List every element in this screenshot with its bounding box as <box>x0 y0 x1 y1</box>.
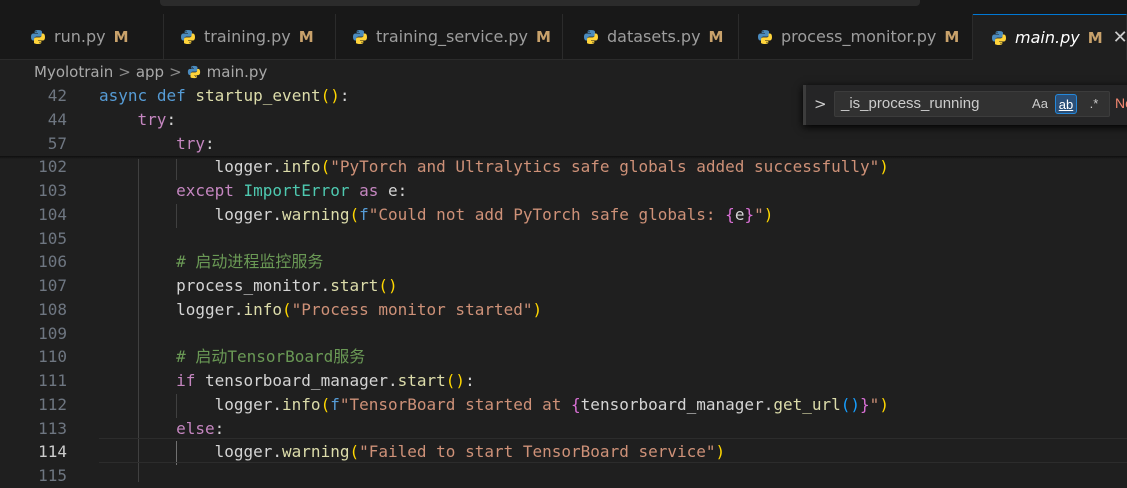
editor-tab-bar: run.py M training.py M training_service.… <box>0 14 1127 60</box>
line-number: 42 <box>47 86 67 105</box>
tab-main-py[interactable]: main.py M ✕ <box>973 14 1127 60</box>
modified-badge: M <box>1087 28 1103 47</box>
python-file-icon <box>31 29 45 44</box>
line-text: logger.warning(f"Could not add PyTorch s… <box>214 205 774 224</box>
code-line: 102 logger.info("PyTorch and Ultralytics… <box>0 155 1127 179</box>
code-line: 113 else: <box>0 417 1127 441</box>
breadcrumb-root[interactable]: Myolotrain <box>34 63 113 81</box>
line-text: process_monitor.start() <box>176 276 398 295</box>
line-text: async def startup_event(): <box>99 86 350 105</box>
line-number: 110 <box>38 347 67 366</box>
modified-badge: M <box>944 27 960 46</box>
find-input[interactable]: _is_process_running Aa ab .* <box>834 91 1110 117</box>
code-line-current: 114 logger.warning("Failed to start Tens… <box>0 440 1127 464</box>
code-editor[interactable]: 42 async def startup_event(): 44 try: 57 … <box>0 84 1127 485</box>
modified-badge: M <box>536 27 551 46</box>
match-case-toggle[interactable]: Aa <box>1029 94 1051 114</box>
tab-datasets-py[interactable]: datasets.py M <box>563 14 739 59</box>
find-result-count: No <box>1115 95 1127 111</box>
python-file-icon <box>353 29 367 44</box>
tab-training-service-py[interactable]: training_service.py M <box>336 14 563 59</box>
title-strip <box>0 0 1127 14</box>
line-text: except ImportError as e: <box>176 181 408 200</box>
code-line: 115 <box>0 464 1127 488</box>
line-number: 104 <box>38 205 67 224</box>
line-number: 106 <box>38 252 67 271</box>
python-file-icon <box>758 29 772 44</box>
tab-label: training_service.py <box>376 27 529 46</box>
close-tab-icon[interactable]: ✕ <box>1113 27 1127 48</box>
code-line: 111 if tensorboard_manager.start(): <box>0 369 1127 393</box>
tab-label: run.py <box>54 27 106 46</box>
modified-badge: M <box>708 27 724 46</box>
modified-badge: M <box>298 27 314 46</box>
python-file-icon <box>584 29 598 44</box>
python-file-icon <box>187 65 200 79</box>
tab-label: training.py <box>204 27 291 46</box>
line-number: 112 <box>38 395 67 414</box>
line-text: if tensorboard_manager.start(): <box>176 371 475 390</box>
line-number: 111 <box>38 371 67 390</box>
modified-badge: M <box>113 27 129 46</box>
line-text: # 启动TensorBoard服务 <box>99 347 366 366</box>
python-file-icon <box>992 30 1006 45</box>
tab-run-py[interactable]: run.py M <box>14 14 164 59</box>
line-number: 108 <box>38 300 67 319</box>
breadcrumb-folder[interactable]: app <box>136 63 164 81</box>
find-widget: > _is_process_running Aa ab .* No <box>803 85 1127 125</box>
command-center[interactable] <box>160 0 920 6</box>
line-text: logger.warning("Failed to start TensorBo… <box>214 442 726 461</box>
breadcrumb: Myolotrain > app > main.py <box>0 60 1127 84</box>
regex-toggle[interactable]: .* <box>1083 94 1105 114</box>
line-text: # 启动进程监控服务 <box>99 252 324 271</box>
code-line: 57 try: <box>0 132 1127 156</box>
tab-label: process_monitor.py <box>781 27 937 46</box>
line-number: 109 <box>38 324 67 343</box>
line-text: logger.info("Process monitor started") <box>176 300 543 319</box>
line-number: 114 <box>38 442 67 461</box>
code-line: 107 process_monitor.start() <box>0 274 1127 298</box>
code-line: 109 <box>0 322 1127 346</box>
whole-word-toggle[interactable]: ab <box>1055 94 1077 114</box>
code-line: 110 # 启动TensorBoard服务 <box>0 345 1127 369</box>
line-number: 103 <box>38 181 67 200</box>
tab-process-monitor-py[interactable]: process_monitor.py M <box>739 14 973 59</box>
breadcrumb-file[interactable]: main.py <box>207 63 268 81</box>
line-number: 102 <box>38 157 67 176</box>
python-file-icon <box>181 29 195 44</box>
line-text: else: <box>176 419 225 438</box>
tab-label: datasets.py <box>607 27 701 46</box>
code-line: 108 logger.info("Process monitor started… <box>0 298 1127 322</box>
find-query: _is_process_running <box>841 95 980 112</box>
line-number: 113 <box>38 419 67 438</box>
code-line: 104 logger.warning(f"Could not add PyTor… <box>0 203 1127 227</box>
tab-training-py[interactable]: training.py M <box>164 14 336 59</box>
line-number: 57 <box>47 134 67 153</box>
code-line: 103 except ImportError as e: <box>0 179 1127 203</box>
code-line: 106 # 启动进程监控服务 <box>0 250 1127 274</box>
line-text: try: <box>176 134 215 153</box>
line-number: 44 <box>47 110 67 129</box>
chevron-right-icon: > <box>169 63 182 81</box>
line-number: 115 <box>38 466 67 485</box>
line-number: 105 <box>38 229 67 248</box>
toggle-replace-icon[interactable]: > <box>814 95 827 113</box>
line-text: logger.info("PyTorch and Ultralytics saf… <box>214 157 889 176</box>
line-number: 107 <box>38 276 67 295</box>
chevron-right-icon: > <box>118 63 131 81</box>
tab-label: main.py <box>1015 28 1080 47</box>
line-text: logger.info(f"TensorBoard started at {te… <box>214 395 889 414</box>
code-line: 112 logger.info(f"TensorBoard started at… <box>0 393 1127 417</box>
code-line: 105 <box>0 227 1127 251</box>
line-text: try: <box>137 110 177 129</box>
